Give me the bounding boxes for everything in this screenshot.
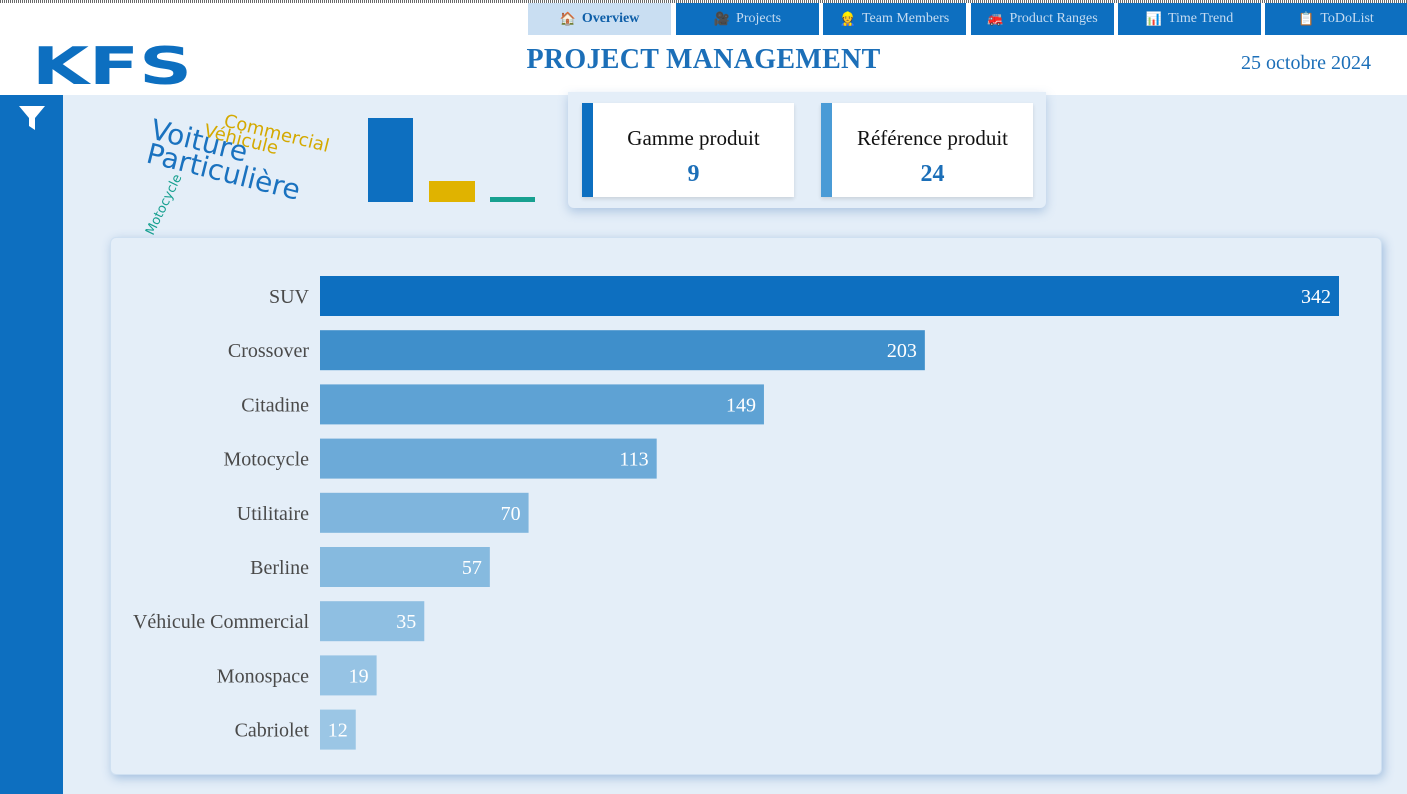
data-label: 342 xyxy=(1301,286,1331,308)
kpi-card-reference: Référence produit 24 xyxy=(821,103,1033,197)
tab-label: Product Ranges xyxy=(1009,11,1098,26)
product-bar-chart-card: SUV 342 Crossover 203 Citadine 149 Motocycle 11… xyxy=(110,237,1382,775)
mini-bar xyxy=(368,118,413,202)
data-label: 35 xyxy=(396,611,416,633)
kpi-value: 24 xyxy=(920,161,945,187)
data-label: 113 xyxy=(619,449,648,471)
tab-label: Team Members xyxy=(861,11,950,26)
data-label: 57 xyxy=(462,557,482,579)
tab-label: ToDoList xyxy=(1320,11,1374,26)
bar[interactable] xyxy=(320,492,529,533)
projector-icon: 🎥 xyxy=(713,11,731,26)
tab-team-members[interactable]: 👷 Team Members xyxy=(823,3,966,35)
tab-overview[interactable]: 🏠 Overview xyxy=(528,3,671,35)
category-label: Berline xyxy=(250,557,309,579)
category-label: SUV xyxy=(269,286,310,308)
kpi-value: 9 xyxy=(687,161,700,187)
filter-icon[interactable] xyxy=(17,103,47,133)
tab-projects[interactable]: 🎥 Projects xyxy=(676,3,819,35)
tab-product-ranges[interactable]: 🚒 Product Ranges xyxy=(971,3,1114,35)
data-label: 149 xyxy=(726,394,756,416)
bar[interactable] xyxy=(320,438,657,479)
tab-time-trend[interactable]: 📊 Time Trend xyxy=(1118,3,1261,35)
data-label: 203 xyxy=(887,340,917,362)
category-label: Véhicule Commercial xyxy=(133,611,309,633)
chart-icon: 📊 xyxy=(1145,11,1162,26)
category-label: Motocycle xyxy=(223,449,309,471)
filter-sidebar xyxy=(0,95,63,794)
kpi-accent xyxy=(582,103,593,197)
category-label: Utilitaire xyxy=(237,503,309,525)
mini-bar xyxy=(490,197,535,202)
page-title: PROJECT MANAGEMENT xyxy=(526,44,881,75)
tab-label: Projects xyxy=(736,11,782,26)
data-label: 12 xyxy=(328,720,348,742)
category-mini-chart xyxy=(368,118,535,202)
category-label: Citadine xyxy=(241,394,309,416)
truck-icon: 🚒 xyxy=(987,11,1004,26)
tab-label: Time Trend xyxy=(1167,11,1234,26)
bar[interactable] xyxy=(320,276,1339,316)
bar[interactable] xyxy=(320,330,925,371)
bar[interactable] xyxy=(320,384,764,425)
category-label: Cabriolet xyxy=(235,720,310,742)
report-date: 25 octobre 2024 xyxy=(1241,52,1371,74)
mini-bar xyxy=(429,181,475,202)
kpi-label: Gamme produit xyxy=(627,126,760,150)
kpi-card-gamme: Gamme produit 9 xyxy=(582,103,794,197)
word-cloud: Commercial Véhicule Voiture Particulière… xyxy=(143,110,331,238)
worker-icon: 👷 xyxy=(839,11,856,26)
kpi-accent xyxy=(821,103,832,197)
category-label: Crossover xyxy=(228,340,309,362)
tab-todolist[interactable]: 📋 ToDoList xyxy=(1265,3,1407,35)
clipboard-icon: 📋 xyxy=(1298,11,1315,26)
kpi-label: Référence produit xyxy=(856,126,1008,150)
header: KFS PROJECT MANAGEMENT 25 octobre 2024 xyxy=(0,35,1407,95)
word-motocycle: Motocycle xyxy=(143,172,185,238)
data-label: 19 xyxy=(349,665,369,687)
product-bar-chart: SUV 342 Crossover 203 Citadine 149 Motocycle 11… xyxy=(133,276,1339,750)
category-label: Monospace xyxy=(217,665,309,687)
data-label: 70 xyxy=(501,503,521,525)
tab-label: Overview xyxy=(581,11,640,26)
home-icon: 🏠 xyxy=(559,11,576,26)
kpi-panel: Gamme produit 9 Référence produit 24 xyxy=(568,92,1046,208)
page-tab-bar: 🏠 Overview 🎥 Projects 👷 Team Members 🚒 Product … xyxy=(0,3,1407,35)
